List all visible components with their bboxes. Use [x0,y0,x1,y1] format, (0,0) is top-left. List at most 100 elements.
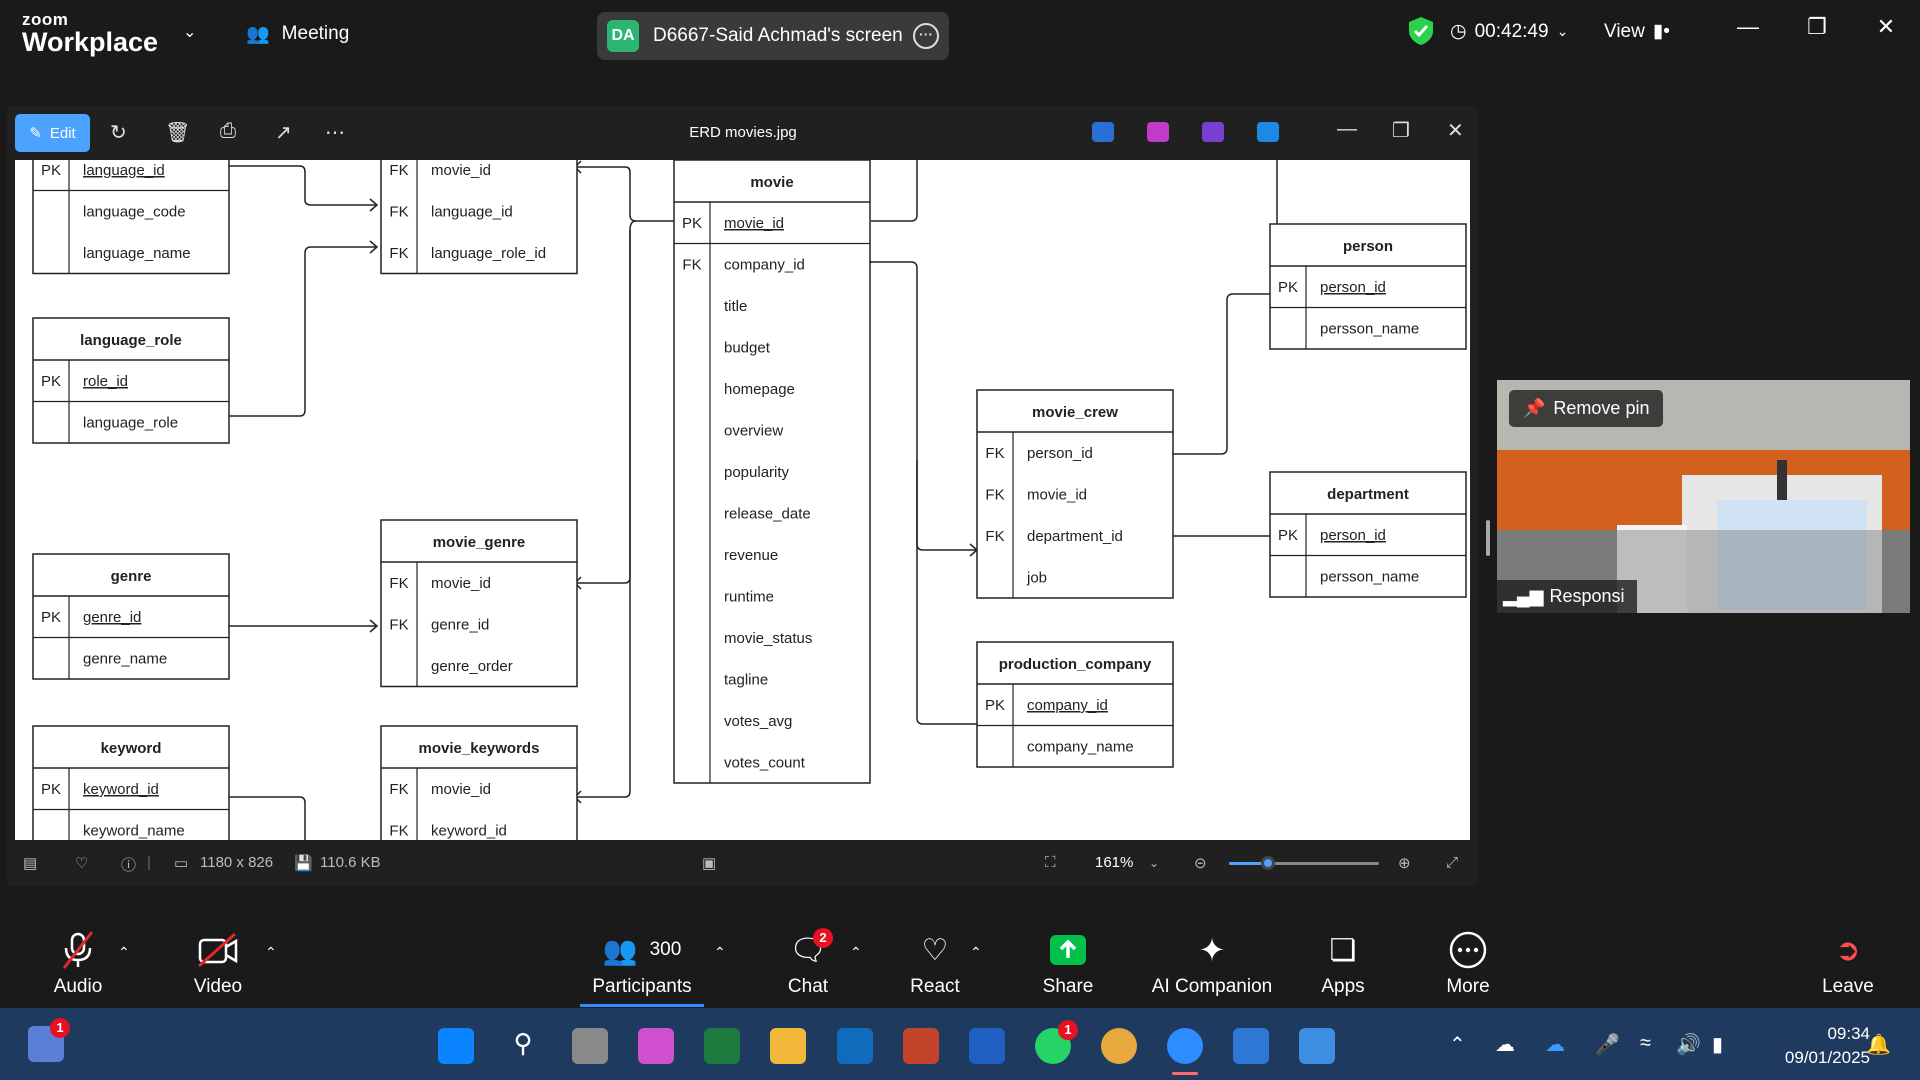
image-canvas[interactable]: PK language_id language_code language_name F… [15,160,1470,840]
screen-share-indicator[interactable]: DA D6667-Said Achmad's screen ··· [597,12,949,60]
apps-button[interactable]: ❏ Apps [1318,930,1368,998]
erd-table-title: movie_genre [433,534,526,551]
word-icon[interactable] [969,1028,1005,1064]
people-icon: 👥 [246,24,270,45]
app-icon-designer[interactable] [1092,122,1114,142]
wifi-icon[interactable]: ≈ [1640,1032,1651,1055]
zoom-logo[interactable]: zoom Workplace [22,11,158,56]
erd-key-label: FK [682,257,701,274]
video-button[interactable]: Video [190,930,246,998]
audio-options-caret[interactable]: ⌃ [118,944,130,961]
onedrive-personal-icon[interactable]: ☁ [1495,1032,1515,1057]
erd-field-name: keyword_id [431,823,507,840]
outlook-icon[interactable] [837,1028,873,1064]
participants-options-caret[interactable]: ⌃ [714,944,726,961]
search-icon[interactable]: ⚲ [505,1028,541,1064]
ai-companion-button[interactable]: ✦ AI Companion [1150,930,1274,998]
chevron-up-icon[interactable]: ⌃ [1449,1032,1466,1057]
zoom-slider-thumb[interactable] [1261,856,1275,870]
share-button[interactable]: Share [1040,930,1096,998]
remove-pin-button[interactable]: 📌 Remove pin [1509,390,1664,427]
erd-field-name: tagline [724,672,768,689]
erd-table-production-company: production_company PK company_id company_na… [976,641,1174,768]
clock-icon: ◷ [1450,21,1467,42]
close-icon[interactable]: ✕ [1447,118,1464,143]
copilot-app-icon[interactable] [638,1028,674,1064]
fullscreen-icon[interactable]: ⤢ [1446,854,1458,871]
erd-field-name: company_id [1027,697,1108,714]
view-menu[interactable]: View ▮• [1604,20,1670,43]
video-options-caret[interactable]: ⌃ [265,944,277,961]
leave-button[interactable]: ➲ Leave [1820,930,1876,998]
powerpoint-icon[interactable] [903,1028,939,1064]
meeting-timer[interactable]: ◷ 00:42:49 ⌄ [1450,20,1568,43]
erd-field-name: revenue [724,547,778,564]
chat-button[interactable]: 🗨 Chat 2 [785,928,833,998]
leave-icon: ➲ [1835,933,1861,967]
erd-table-title: movie_keywords [419,740,540,757]
audio-button[interactable]: Audio [50,930,106,998]
zoom-in-icon[interactable]: ⊕ [1398,854,1411,872]
zoom-app-icon[interactable] [1167,1028,1203,1064]
chat-options-caret[interactable]: ⌃ [850,944,862,961]
shield-icon[interactable] [1407,16,1435,46]
tile-resize-handle[interactable] [1486,520,1490,556]
erd-field-name: movie_id [724,215,784,232]
zoom-out-icon[interactable]: ⊝ [1194,854,1207,872]
zoom-slider[interactable] [1229,856,1379,870]
viewer-status-bar: ▤ ♡ ⓘ | ▭ 1180 x 826 💾 110.6 KB ▣ ⛶ 161%… [7,840,1479,886]
divider: | [147,854,151,871]
erd-field-name: language_name [83,245,191,262]
erd-table-movie-keywords: movie_keywords FK movie_id FK keyword_id [380,725,578,840]
react-button[interactable]: ♡ React [910,930,960,998]
screenshot-icon[interactable]: ▣ [702,854,716,872]
file-explorer-icon[interactable] [770,1028,806,1064]
erd-table-keyword: keyword PK keyword_id keyword_name [32,725,230,840]
start-icon[interactable] [438,1028,474,1064]
photos-icon[interactable] [1299,1028,1335,1064]
notifications-bell-icon[interactable]: 🔔 [1866,1032,1891,1057]
erd-field-name: language_code [83,204,186,221]
info-icon[interactable]: ⓘ [121,854,136,875]
pin-icon: 📌 [1523,398,1546,418]
microphone-icon[interactable]: 🎤 [1595,1032,1620,1057]
erd-table-title: keyword [101,740,162,757]
fit-icon[interactable]: ⛶ [1045,854,1056,871]
restore-icon[interactable]: ❐ [1797,14,1837,40]
task-view-icon[interactable] [572,1028,608,1064]
erd-field-name: persson_name [1320,569,1419,586]
notepad-icon[interactable] [1233,1028,1269,1064]
heart-icon[interactable]: ♡ [75,854,88,872]
close-icon[interactable]: ✕ [1866,14,1906,40]
chrome-icon[interactable] [1101,1028,1137,1064]
clock-time: 09:34 [1827,1024,1870,1043]
file-size: 110.6 KB [320,854,381,871]
minimize-icon[interactable]: — [1728,14,1768,40]
chevron-down-icon[interactable]: ⌄ [183,22,196,42]
app-icon-clipchamp[interactable] [1202,122,1224,142]
erd-table-title: language_role [80,332,182,349]
filmstrip-icon[interactable]: ▤ [23,854,37,872]
erd-table-title: movie_crew [1032,404,1118,421]
system-clock[interactable]: 09:34 09/01/2025 [1785,1022,1870,1070]
battery-icon[interactable]: ▮ [1712,1032,1723,1057]
chevron-down-icon: ⌄ [1556,23,1569,39]
more-options-icon[interactable]: ··· [913,23,939,49]
app-icon-paint[interactable] [1147,122,1169,142]
maximize-icon[interactable]: ❐ [1392,118,1410,143]
erd-field-name: department_id [1027,528,1123,545]
meeting-menu[interactable]: 👥 Meeting [246,22,349,46]
react-options-caret[interactable]: ⌃ [970,944,982,961]
copilot-badge: 1 [50,1018,70,1038]
onedrive-business-icon[interactable]: ☁ [1545,1032,1565,1057]
erd-key-label: FK [389,162,408,179]
participant-video-tile[interactable]: 📌 Remove pin ▂▄▆ Responsi [1497,380,1910,613]
volume-icon[interactable]: 🔊 [1676,1032,1701,1057]
minimize-icon[interactable]: — [1337,118,1357,141]
participants-button[interactable]: 👥 300 Participants [590,930,694,998]
more-button[interactable]: More [1442,930,1494,998]
onedrive-icon[interactable] [1257,122,1279,142]
chevron-down-icon[interactable]: ⌄ [1149,856,1159,870]
excel-icon[interactable] [704,1028,740,1064]
zoom-level[interactable]: 161% [1095,854,1133,871]
